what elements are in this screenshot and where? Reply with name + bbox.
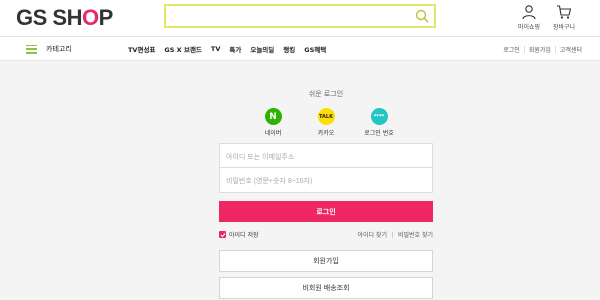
naver-login-button[interactable]: N 네이버 [253,108,293,137]
customer-center-link[interactable]: 고객센터 [560,45,582,54]
password-input[interactable] [220,169,432,194]
search-input[interactable] [166,8,406,28]
hamburger-icon [26,44,37,54]
divider [523,45,525,53]
nav-menu: TV편성표 GS X 브랜드 TV 특가 오늘의딜 랭킹 GS혜택 [128,41,335,57]
find-id-link[interactable]: 아이디 찾기 [357,230,387,239]
save-id-checkbox[interactable]: 아이디 저장 [219,230,259,239]
nav-item-ranking[interactable]: 랭킹 [283,44,295,54]
header: GS SHOP 마이쇼핑 장바구니 [0,0,600,36]
search-icon [415,9,429,23]
join-button[interactable]: 회원가입 [219,250,433,272]
top-right-links: 로그인 회원가입 고객센터 [503,41,582,57]
nav-item-benefits[interactable]: GS혜택 [304,44,326,54]
pw-field-box [219,168,433,194]
divider [391,231,393,238]
id-field-box [219,143,433,169]
find-password-link[interactable]: 비밀번호 찾기 [398,230,433,239]
keypad-icon: **** [370,108,388,125]
category-label: 카테고리 [46,45,72,53]
search-button[interactable] [414,8,430,24]
login-link[interactable]: 로그인 [503,45,520,54]
search-box [164,4,436,28]
nav-item-tv[interactable]: TV [211,45,220,53]
easy-login-title: 쉬운 로그인 [308,90,344,98]
checkbox-checked-icon [219,231,226,238]
logo-o: O [81,5,99,30]
nav-item-today-deal[interactable]: 오늘의딜 [250,44,274,54]
kakao-icon: TALK [317,108,335,125]
divider [554,45,556,53]
join-link[interactable]: 회원가입 [529,45,551,54]
guest-order-lookup-button[interactable]: 비회원 배송조회 [219,277,433,299]
login-number-button[interactable]: **** 로그인 번호 [357,108,401,137]
cart-icon [557,5,572,19]
nav-item-special[interactable]: 특가 [229,44,241,54]
save-id-label: 아이디 저장 [229,232,259,239]
find-links: 아이디 찾기 비밀번호 찾기 [357,230,433,239]
nav-item-gs-x-brand[interactable]: GS X 브랜드 [164,44,202,54]
nav-item-tv-schedule[interactable]: TV편성표 [128,44,155,54]
cart-button[interactable]: 장바구니 [546,4,582,31]
login-button[interactable]: 로그인 [219,201,433,222]
category-button[interactable]: 카테고리 [26,41,72,57]
my-shopping-button[interactable]: 마이쇼핑 [511,4,547,31]
gs-shop-logo[interactable]: GS SHOP [16,5,113,31]
id-input[interactable] [220,146,432,169]
main-nav: 카테고리 TV편성표 GS X 브랜드 TV 특가 오늘의딜 랭킹 GS혜택 로… [0,36,600,61]
user-icon [522,5,536,20]
naver-icon: N [264,108,282,125]
kakao-login-button[interactable]: TALK 카카오 [306,108,346,137]
